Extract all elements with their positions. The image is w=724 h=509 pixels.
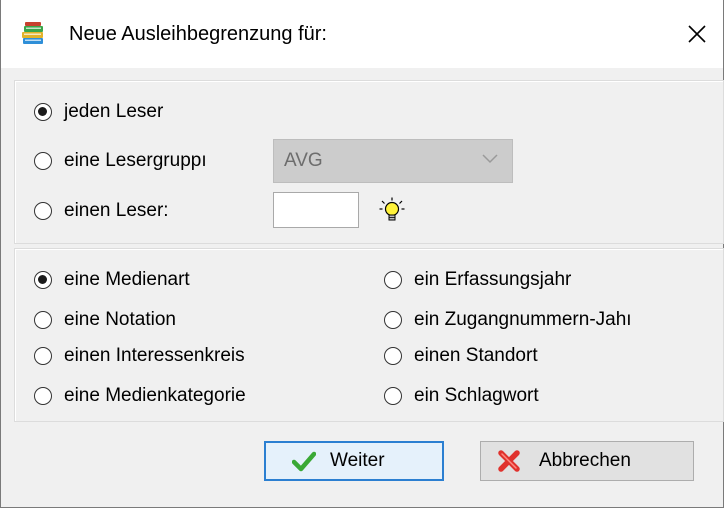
- radio-notation[interactable]: eine Notation: [34, 308, 176, 332]
- dialog-window: Neue Ausleihbegrenzung für: jeden Leser …: [0, 0, 724, 508]
- chevron-down-icon: [482, 154, 498, 164]
- radio-erfassungsjahr[interactable]: ein Erfassungsjahr: [384, 268, 571, 292]
- select-value: AVG: [284, 150, 323, 171]
- radio-medienkategorie[interactable]: eine Medienkategorie: [34, 384, 246, 408]
- radio-dot: [34, 347, 52, 365]
- radio-dot: [34, 271, 52, 289]
- close-icon: [688, 25, 706, 43]
- abbrechen-label: Abbrechen: [539, 450, 631, 471]
- lightbulb-icon[interactable]: [379, 197, 405, 223]
- radio-jeden-leser[interactable]: jeden Leser: [34, 100, 163, 124]
- title-bar: Neue Ausleihbegrenzung für:: [1, 0, 723, 68]
- close-button[interactable]: [677, 14, 717, 54]
- radio-dot: [384, 347, 402, 365]
- reader-group-select[interactable]: AVG: [273, 139, 513, 183]
- radio-dot: [34, 202, 52, 220]
- checkmark-icon: [292, 451, 316, 472]
- radio-dot: [34, 311, 52, 329]
- radio-standort[interactable]: einen Standort: [384, 344, 538, 368]
- radio-dot: [384, 271, 402, 289]
- radio-dot: [34, 387, 52, 405]
- radio-dot: [34, 152, 52, 170]
- radio-lesergruppe[interactable]: eine Lesergruppı: [34, 149, 207, 173]
- radio-einen-leser[interactable]: einen Leser:: [34, 199, 169, 223]
- radio-label: ein Schlagwort: [414, 385, 539, 406]
- red-x-icon: [498, 450, 520, 472]
- radio-label: eine Medienkategorie: [64, 385, 246, 406]
- radio-schlagwort[interactable]: ein Schlagwort: [384, 384, 539, 408]
- radio-label: einen Leser:: [64, 200, 169, 221]
- radio-dot: [384, 387, 402, 405]
- radio-label: eine Lesergruppı: [64, 150, 207, 171]
- radio-label: einen Standort: [414, 345, 538, 366]
- radio-label: eine Medienart: [64, 269, 190, 290]
- weiter-button[interactable]: Weiter: [264, 441, 444, 481]
- radio-label: eine Notation: [64, 309, 176, 330]
- radio-label: ein Erfassungsjahr: [414, 269, 572, 290]
- radio-dot: [34, 103, 52, 121]
- weiter-label: Weiter: [330, 450, 385, 471]
- dialog-title: Neue Ausleihbegrenzung für:: [69, 23, 327, 45]
- radio-zugangnummern-jahr[interactable]: ein Zugangnummern-Jahı: [384, 308, 632, 332]
- abbrechen-button[interactable]: Abbrechen: [480, 441, 694, 481]
- radio-interessenkreis[interactable]: einen Interessenkreis: [34, 344, 245, 368]
- books-app-icon: [22, 22, 43, 44]
- radio-dot: [384, 311, 402, 329]
- radio-label: jeden Leser: [64, 101, 164, 122]
- reader-number-input[interactable]: [273, 192, 359, 228]
- radio-label: ein Zugangnummern-Jahı: [414, 309, 632, 330]
- radio-label: einen Interessenkreis: [64, 345, 245, 366]
- radio-medienart[interactable]: eine Medienart: [34, 268, 190, 292]
